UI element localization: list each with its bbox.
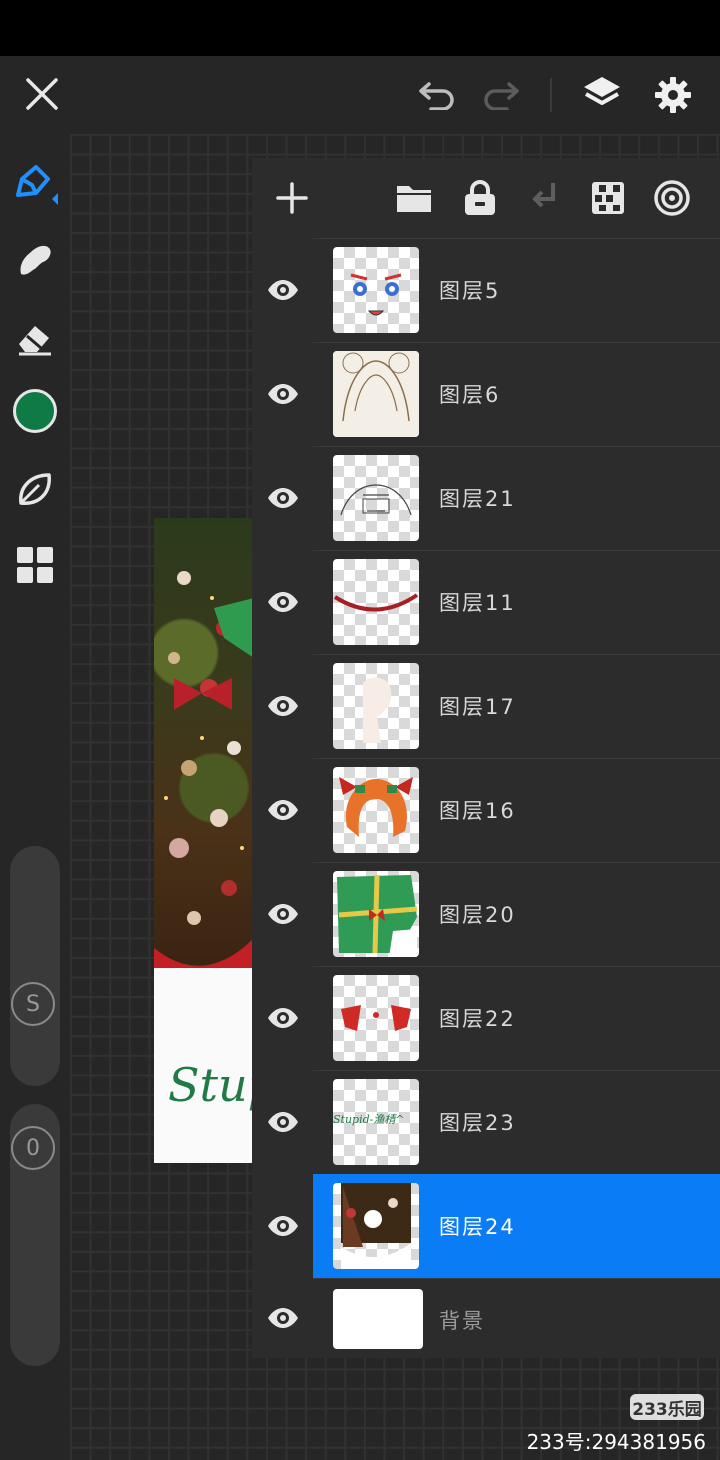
lock-icon[interactable]: [458, 176, 502, 220]
layer-row[interactable]: 图层5: [252, 238, 720, 342]
layer-thumbnail: [333, 351, 419, 437]
layer-thumbnail: [333, 455, 419, 541]
layer-item[interactable]: 图层11: [313, 550, 720, 654]
layer-item[interactable]: 图层21: [313, 446, 720, 550]
leaf-icon[interactable]: [0, 459, 70, 519]
eraser-icon[interactable]: [0, 308, 70, 368]
layer-thumbnail: [333, 663, 419, 749]
layer-item[interactable]: 图层24: [313, 1174, 720, 1278]
layer-name: 图层11: [439, 591, 516, 615]
layer-item[interactable]: 图层22: [313, 966, 720, 1070]
layer-item[interactable]: 图层17: [313, 654, 720, 758]
brush-size-slider[interactable]: S: [10, 846, 60, 1086]
layer-name: 图层17: [439, 695, 516, 719]
watermark-logo: 233乐园: [630, 1394, 704, 1420]
layer-thumbnail: [333, 767, 419, 853]
visibility-eye-icon[interactable]: [252, 1278, 313, 1358]
undo-icon[interactable]: [414, 72, 460, 118]
redo-icon[interactable]: [478, 72, 524, 118]
opacity-slider-knob[interactable]: 0: [11, 1126, 55, 1170]
folder-icon[interactable]: [392, 176, 436, 220]
target-icon[interactable]: [650, 176, 694, 220]
christmas-tree-image: [154, 518, 254, 968]
watermark-id: 233号:294381956: [526, 1430, 706, 1454]
layer-row[interactable]: 图层22: [252, 966, 720, 1070]
status-bar: [0, 0, 720, 56]
layer-name: 图层20: [439, 903, 516, 927]
layer-thumbnail: Stupid-渔棈^: [333, 1079, 419, 1165]
layer-name: 图层16: [439, 799, 516, 823]
visibility-eye-icon[interactable]: [252, 966, 313, 1070]
layer-thumbnail: [333, 247, 419, 333]
layer-row[interactable]: 图层16: [252, 758, 720, 862]
layer-name: 图层24: [439, 1215, 516, 1239]
smudge-icon[interactable]: [0, 230, 70, 290]
visibility-eye-icon[interactable]: [252, 446, 313, 550]
layer-row[interactable]: 图层24: [252, 1174, 720, 1278]
topbar-divider: [550, 78, 552, 112]
layer-row[interactable]: 背景: [252, 1278, 720, 1358]
pen-icon[interactable]: [0, 152, 70, 212]
layer-name: 图层23: [439, 1111, 516, 1135]
add-layer-icon[interactable]: [270, 176, 314, 220]
size-slider-knob[interactable]: S: [11, 982, 55, 1026]
visibility-eye-icon[interactable]: [252, 550, 313, 654]
opacity-slider[interactable]: 0: [10, 1104, 60, 1366]
layer-thumbnail: [333, 1183, 419, 1269]
layer-item[interactable]: 图层20: [313, 862, 720, 966]
layer-thumbnail: [333, 559, 419, 645]
artwork-preview: Stupid-: [154, 518, 254, 1163]
layers-panel: 图层5 图层6 图层21 图层11 图层17 图层16 图层20 图层22 Stupid-渔棈^…: [252, 158, 720, 1358]
layer-item[interactable]: 背景: [313, 1278, 720, 1358]
layer-thumbnail: [333, 1289, 423, 1349]
visibility-eye-icon[interactable]: [252, 342, 313, 446]
close-icon[interactable]: [18, 70, 66, 118]
layers-icon[interactable]: [578, 70, 626, 118]
visibility-eye-icon[interactable]: [252, 654, 313, 758]
left-toolbar: S 0: [0, 134, 70, 1460]
layer-item[interactable]: 图层6: [313, 342, 720, 446]
visibility-eye-icon[interactable]: [252, 1070, 313, 1174]
visibility-eye-icon[interactable]: [252, 238, 313, 342]
checker-icon[interactable]: [586, 176, 630, 220]
merge-down-icon[interactable]: [522, 176, 566, 220]
layer-item[interactable]: Stupid-渔棈^ 图层23: [313, 1070, 720, 1174]
color-swatch[interactable]: [0, 381, 70, 441]
layer-item[interactable]: 图层16: [313, 758, 720, 862]
layer-thumbnail: [333, 975, 419, 1061]
layer-row[interactable]: 图层6: [252, 342, 720, 446]
layer-item[interactable]: 图层5: [313, 238, 720, 342]
layer-row[interactable]: 图层11: [252, 550, 720, 654]
layer-row[interactable]: 图层21: [252, 446, 720, 550]
layers-panel-toolbar: [252, 158, 720, 238]
grid-icon[interactable]: [0, 535, 70, 595]
layer-row[interactable]: Stupid-渔棈^ 图层23: [252, 1070, 720, 1174]
visibility-eye-icon[interactable]: [252, 862, 313, 966]
visibility-eye-icon[interactable]: [252, 1174, 313, 1278]
layer-name: 图层5: [439, 279, 501, 303]
layer-row[interactable]: 图层20: [252, 862, 720, 966]
artwork-signature: Stupid-: [168, 1058, 254, 1112]
top-bar: [0, 56, 720, 134]
layer-name: 背景: [439, 1309, 485, 1333]
layer-thumbnail-text: Stupid-渔棈^: [333, 1113, 405, 1126]
layer-name: 图层22: [439, 1007, 516, 1031]
gear-icon[interactable]: [648, 70, 698, 120]
layer-row[interactable]: 图层17: [252, 654, 720, 758]
layer-thumbnail: [333, 871, 419, 957]
layer-name: 图层21: [439, 487, 516, 511]
layer-name: 图层6: [439, 383, 501, 407]
visibility-eye-icon[interactable]: [252, 758, 313, 862]
